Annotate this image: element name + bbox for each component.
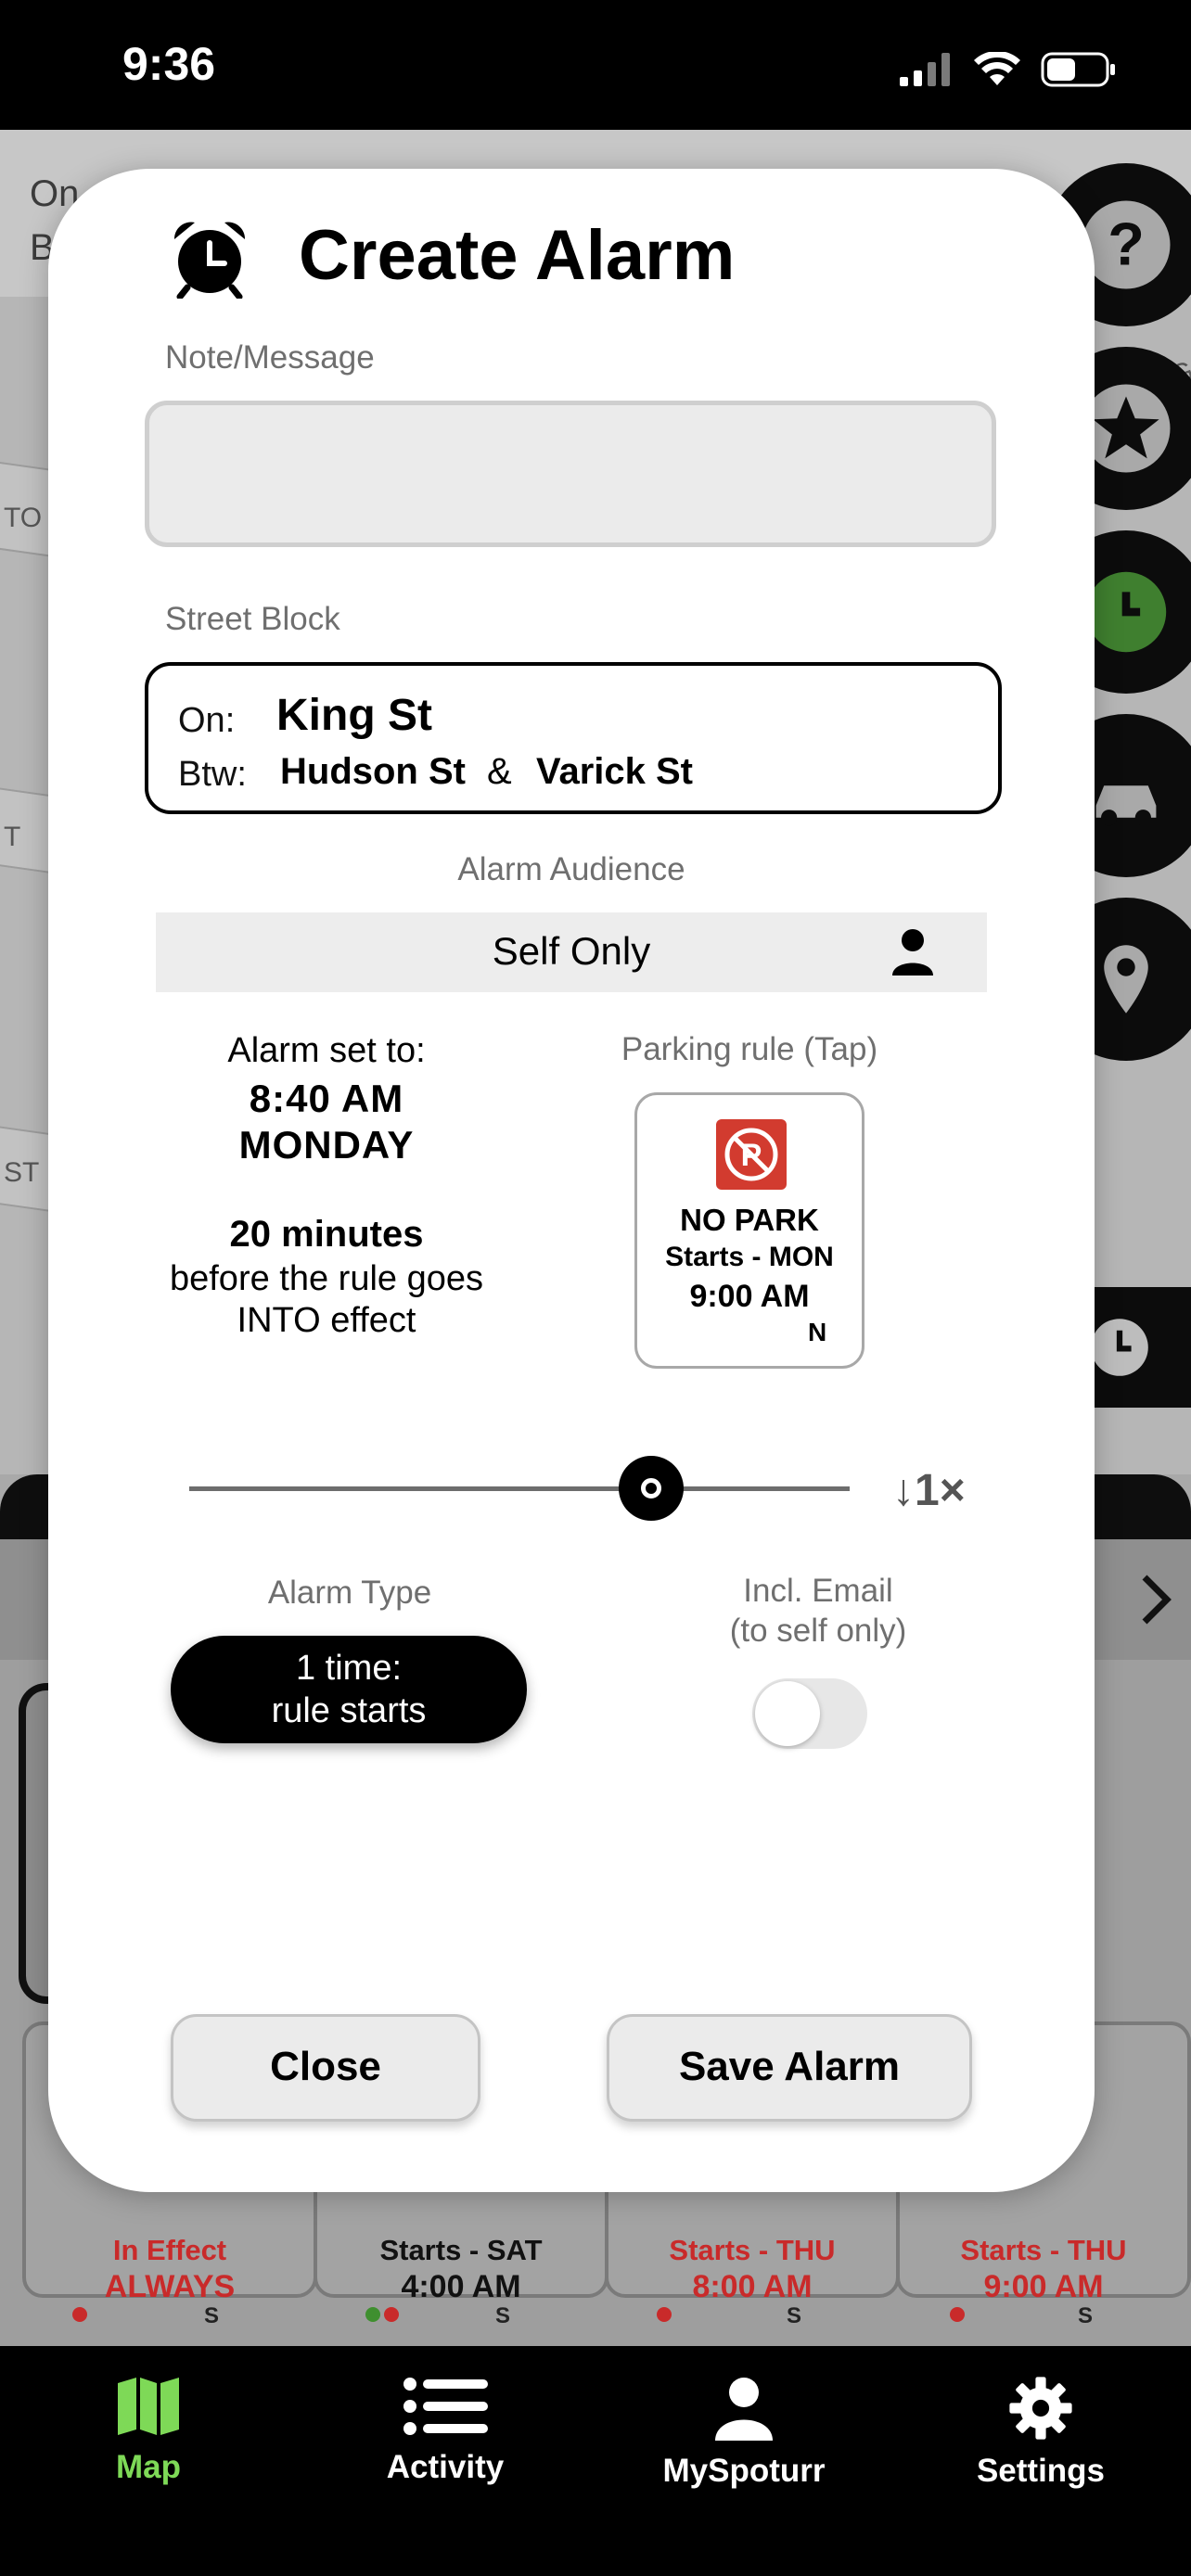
road-label: T	[4, 822, 21, 852]
road-label: TO	[4, 503, 43, 533]
rule-card-line1: Starts - THU	[669, 2234, 836, 2266]
alarm-type-label: Alarm Type	[267, 1575, 432, 1611]
alarm-type-line2: rule starts	[271, 1691, 427, 1730]
alarm-type-line1: 1 time:	[295, 1649, 403, 1688]
rule-direction: N	[808, 1318, 827, 1346]
tab-label: MySpoturr	[662, 2453, 826, 2489]
email-label-line1: Incl. Email	[743, 1573, 893, 1609]
alarm-clock-icon	[173, 222, 246, 299]
on-street: King St	[276, 691, 432, 740]
battery-icon	[1041, 52, 1115, 87]
alarm-type-button[interactable]: 1 time: rule starts	[171, 1636, 527, 1743]
rule-card-line2: 8:00 AM	[692, 2269, 813, 2304]
note-label: Note/Message	[165, 339, 375, 376]
slider-speed-label[interactable]: ↓1×	[892, 1465, 966, 1516]
between-label: Btw:	[178, 755, 247, 794]
tab-settings[interactable]: Settings	[920, 2376, 1161, 2490]
modal-title: Create Alarm	[299, 216, 736, 295]
between-street-b: Varick St	[536, 751, 694, 792]
rule-card-suffix: S	[204, 2303, 220, 2328]
svg-text:?: ?	[1108, 210, 1145, 278]
cellular-signal-icon	[900, 53, 950, 86]
status-bar: 9:36	[0, 0, 1191, 130]
road-label: ST	[4, 1157, 40, 1188]
tab-activity[interactable]: Activity	[325, 2376, 566, 2486]
person-icon	[892, 929, 933, 976]
email-toggle[interactable]	[752, 1678, 867, 1749]
email-label: Incl. Email (to self only)	[679, 1571, 957, 1651]
clock-icon	[1091, 1319, 1148, 1376]
rule-card-suffix: S	[1078, 2303, 1094, 2328]
alarm-day: MONDAY	[238, 1123, 415, 1167]
minutes-slider-track[interactable]	[189, 1486, 850, 1491]
ampersand: &	[487, 751, 512, 792]
audience-value: Self Only	[492, 929, 651, 973]
status-icons	[900, 46, 1117, 93]
between-street-a: Hudson St	[280, 751, 466, 792]
rule-card-suffix: S	[495, 2303, 511, 2328]
rule-starts: Starts - MON	[665, 1242, 834, 1272]
create-alarm-modal: Create Alarm Note/Message Street Block O…	[48, 169, 1095, 2192]
rule-card-line1: In Effect	[112, 2234, 227, 2266]
email-toggle-knob	[755, 1681, 820, 1746]
street-block-label: Street Block	[165, 601, 340, 637]
parking-rule-label: Parking rule (Tap)	[621, 1031, 878, 1067]
parking-rule-sign[interactable]: P NO PARK Starts - MON 9:00 AM N	[634, 1092, 864, 1369]
audience-label: Alarm Audience	[457, 851, 685, 887]
person-icon	[715, 2378, 773, 2441]
alarm-offset: 20 minutes	[229, 1214, 424, 1255]
map-icon	[118, 2378, 179, 2435]
rule-card-line2: 9:00 AM	[983, 2269, 1104, 2304]
rule-card-line1: Starts - THU	[960, 2234, 1127, 2266]
status-dot	[72, 2307, 87, 2322]
note-input[interactable]	[145, 401, 996, 547]
on-label: On:	[178, 701, 236, 740]
tab-label: Settings	[976, 2453, 1106, 2489]
rule-title: NO PARK	[680, 1203, 819, 1237]
chevron-right-icon[interactable]	[1137, 1572, 1174, 1627]
alarm-time: 8:40 AM	[249, 1077, 404, 1120]
tab-label: Map	[116, 2449, 181, 2485]
rule-card-line2: 4:00 AM	[401, 2269, 521, 2304]
no-parking-icon: P	[716, 1119, 787, 1190]
list-icon	[403, 2378, 488, 2435]
audience-selector[interactable]: Self Only	[156, 912, 987, 992]
email-label-line2: (to self only)	[729, 1613, 907, 1649]
status-dot	[384, 2307, 399, 2322]
minutes-slider-thumb[interactable]	[619, 1456, 685, 1521]
status-dot	[950, 2307, 965, 2322]
rule-card-line1: Starts - SAT	[379, 2234, 543, 2266]
wifi-icon	[974, 52, 1020, 85]
rule-time: 9:00 AM	[689, 1279, 810, 1314]
alarm-set-label: Alarm set to:	[227, 1031, 426, 1070]
alarm-offset-line2: INTO effect	[237, 1301, 416, 1340]
status-dot	[365, 2307, 380, 2322]
gear-icon	[1009, 2377, 1072, 2440]
tab-myspoturr[interactable]: MySpoturr	[623, 2376, 864, 2490]
rule-card-suffix: S	[787, 2303, 802, 2328]
status-time: 9:36	[122, 38, 216, 90]
rule-card-line2: ALWAYS	[104, 2269, 236, 2304]
save-alarm-button[interactable]: Save Alarm	[607, 2014, 972, 2122]
tab-label: Activity	[386, 2449, 505, 2485]
alarm-summary: Alarm set to: 8:40 AM MONDAY 20 minutes …	[150, 1031, 503, 1341]
tab-bar: Map Activity MySpoturr Settings	[0, 2346, 1191, 2576]
close-button[interactable]: Close	[171, 2014, 480, 2122]
street-block-card[interactable]: On: King St Btw: Hudson St & Varick St	[145, 662, 1002, 814]
alarm-offset-line1: before the rule goes	[169, 1259, 483, 1298]
status-dot	[657, 2307, 672, 2322]
tab-map[interactable]: Map	[28, 2376, 269, 2486]
